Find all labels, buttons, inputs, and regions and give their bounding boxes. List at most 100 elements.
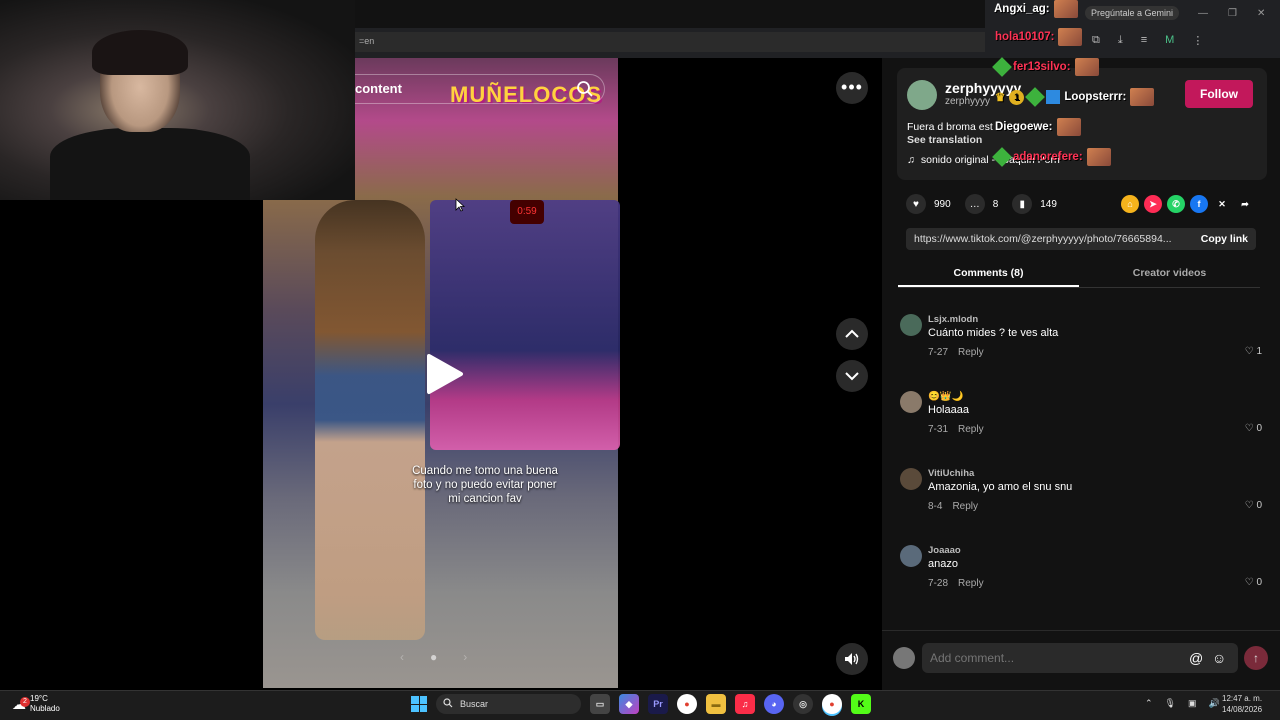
puzzle-icon[interactable]: ⧉ bbox=[1092, 34, 1100, 47]
search-icon bbox=[443, 698, 453, 708]
comment-like[interactable]: ♡ 1 bbox=[1245, 346, 1262, 357]
heart-outline-icon[interactable]: ♡ bbox=[1245, 423, 1254, 434]
music-icon[interactable]: ♫ bbox=[735, 694, 755, 714]
commenter-name[interactable]: Joaaao bbox=[928, 545, 961, 556]
comment-meta: 7-28 Reply bbox=[928, 578, 984, 589]
commenter-name[interactable]: 😊👑🌙 bbox=[928, 391, 964, 402]
kebab-menu-icon[interactable]: ⋮ bbox=[1192, 34, 1203, 47]
heart-outline-icon[interactable]: ♡ bbox=[1245, 500, 1254, 511]
commenter-name[interactable]: VitiUchiha bbox=[928, 468, 974, 479]
commenter-avatar[interactable] bbox=[900, 314, 922, 336]
minimize-button[interactable]: — bbox=[1198, 8, 1208, 19]
chat-username: hola10107: bbox=[995, 31, 1055, 43]
taskbar-search[interactable]: Buscar bbox=[436, 694, 581, 714]
commenter-avatar[interactable] bbox=[900, 545, 922, 567]
whatsapp-icon[interactable]: ✆ bbox=[1167, 195, 1185, 213]
volume-icon[interactable]: 🔊 bbox=[1209, 698, 1220, 709]
comment-text: Holaaaa bbox=[928, 404, 969, 416]
emoji-icon[interactable]: ☺ bbox=[1212, 650, 1226, 666]
more-options-button[interactable]: ••• bbox=[836, 72, 868, 104]
date: 14/08/2026 bbox=[1222, 705, 1263, 714]
comment-like-count: 0 bbox=[1256, 577, 1262, 588]
carousel-indicators: ‹ ● › bbox=[400, 650, 467, 664]
see-translation-link[interactable]: See translation bbox=[907, 134, 982, 146]
copy-link-button[interactable]: Copy link bbox=[1201, 233, 1248, 245]
comment-stat[interactable]: … 8 bbox=[964, 194, 998, 214]
tab-comments[interactable]: Comments (8) bbox=[898, 262, 1079, 287]
file-explorer-icon[interactable]: ▬ bbox=[706, 694, 726, 714]
webcam-person-body bbox=[50, 128, 250, 200]
comment-like[interactable]: ♡ 0 bbox=[1245, 500, 1262, 511]
creator-avatar[interactable] bbox=[907, 80, 937, 110]
send-to-friends-icon[interactable]: ➤ bbox=[1144, 195, 1162, 213]
share-arrow-icon[interactable]: ➦ bbox=[1236, 195, 1254, 213]
search-icon[interactable] bbox=[576, 80, 594, 98]
sidebar-tabs: Comments (8) Creator videos bbox=[898, 262, 1260, 288]
like-stat[interactable]: ♥ 990 bbox=[906, 194, 951, 214]
embed-icon[interactable]: ⌂ bbox=[1121, 195, 1139, 213]
windows-start-icon[interactable] bbox=[411, 696, 427, 712]
clock[interactable]: 12:47 a. m. 14/08/2026 bbox=[1222, 693, 1262, 715]
comment-bubble-icon[interactable]: … bbox=[964, 194, 985, 214]
tab-creator-videos[interactable]: Creator videos bbox=[1079, 262, 1260, 287]
network-icon[interactable]: ▣ bbox=[1188, 698, 1197, 709]
facebook-icon[interactable]: f bbox=[1190, 195, 1208, 213]
commenter-avatar[interactable] bbox=[900, 468, 922, 490]
reply-button[interactable]: Reply bbox=[952, 501, 978, 512]
close-button[interactable]: ✕ bbox=[1257, 8, 1265, 19]
heart-outline-icon[interactable]: ♡ bbox=[1245, 577, 1254, 588]
download-icon[interactable]: ⤓ bbox=[1118, 34, 1123, 47]
save-count: 149 bbox=[1040, 198, 1057, 210]
comment-like[interactable]: ♡ 0 bbox=[1245, 577, 1262, 588]
task-view-icon[interactable]: ▭ bbox=[590, 694, 610, 714]
save-stat[interactable]: ▮ 149 bbox=[1012, 194, 1057, 214]
profile-icon[interactable]: M bbox=[1165, 34, 1174, 47]
tabs-icon[interactable]: ≡ bbox=[1141, 34, 1147, 47]
address-bar[interactable]: =en bbox=[355, 32, 985, 52]
chat-emote-icon bbox=[1130, 88, 1155, 106]
taskbar-apps: ▭ ◆ Pr ● ▬ ♫ ◕ ◎ ● K bbox=[590, 694, 871, 714]
premiere-icon[interactable]: Pr bbox=[648, 694, 668, 714]
next-post-button[interactable] bbox=[836, 360, 868, 392]
heart-icon[interactable]: ♥ bbox=[906, 194, 926, 214]
comment-meta: 8-4 Reply bbox=[928, 501, 978, 512]
reply-button[interactable]: Reply bbox=[958, 347, 984, 358]
discord-icon[interactable]: ◕ bbox=[764, 694, 784, 714]
search-text[interactable]: content bbox=[355, 81, 402, 96]
comment-text: Amazonia, yo amo el snu snu bbox=[928, 481, 1073, 493]
chat-username: Angxi_ag: bbox=[994, 3, 1050, 15]
post-link[interactable]: https://www.tiktok.com/@zerphyyyyy/photo… bbox=[914, 233, 1184, 245]
volume-button[interactable] bbox=[836, 643, 868, 675]
my-avatar bbox=[893, 647, 915, 669]
mention-icon[interactable]: @ bbox=[1189, 650, 1203, 666]
carousel-prev-icon[interactable]: ‹ bbox=[400, 650, 404, 664]
reply-button[interactable]: Reply bbox=[958, 424, 984, 435]
maximize-button[interactable]: ❐ bbox=[1228, 8, 1237, 19]
carousel-next-icon[interactable]: › bbox=[463, 650, 467, 664]
play-icon[interactable] bbox=[425, 352, 465, 396]
previous-post-button[interactable] bbox=[836, 318, 868, 350]
copilot-icon[interactable]: ◆ bbox=[619, 694, 639, 714]
commenter-avatar[interactable] bbox=[900, 391, 922, 413]
kick-icon[interactable]: K bbox=[851, 694, 871, 714]
arcade-machine-image bbox=[430, 200, 620, 450]
comment-like[interactable]: ♡ 0 bbox=[1245, 423, 1262, 434]
chevron-up-icon bbox=[845, 329, 859, 338]
heart-outline-icon[interactable]: ♡ bbox=[1245, 346, 1254, 357]
microphone-icon[interactable]: 🎙 bbox=[1165, 698, 1176, 709]
x-icon[interactable]: ✕ bbox=[1213, 195, 1231, 213]
chrome-icon[interactable]: ● bbox=[677, 694, 697, 714]
crown-badge-icon: ♛ bbox=[995, 92, 1006, 104]
chevron-up-icon[interactable]: ⌃ bbox=[1145, 698, 1153, 709]
reply-button[interactable]: Reply bbox=[958, 578, 984, 589]
bookmark-icon[interactable]: ▮ bbox=[1012, 194, 1033, 214]
weather-widget[interactable]: ☁ 2 19°C Nublado bbox=[12, 694, 60, 714]
obs-icon[interactable]: ◎ bbox=[793, 694, 813, 714]
follow-button[interactable]: Follow bbox=[1185, 80, 1253, 108]
chrome-active-icon[interactable]: ● bbox=[822, 694, 842, 714]
send-comment-button[interactable]: ↑ bbox=[1244, 646, 1268, 670]
carousel-dot[interactable]: ● bbox=[430, 650, 437, 664]
gemini-button[interactable]: Pregúntale a Gemini bbox=[1085, 6, 1180, 20]
commenter-name[interactable]: Lsjx.mlodn bbox=[928, 314, 978, 325]
creator-handle[interactable]: zerphyyyy bbox=[945, 96, 990, 107]
